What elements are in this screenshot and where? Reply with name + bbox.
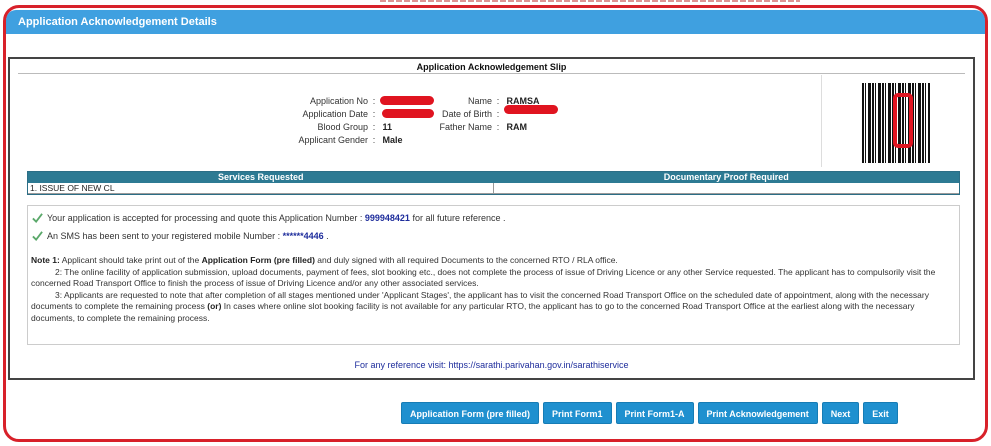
services-table: Services Requested Documentary Proof Req… [27,171,960,195]
name-label: Name [467,96,492,106]
documentary-proof-header: Documentary Proof Required [663,172,789,182]
reference-link[interactable]: For any reference visit: https://sarathi… [10,360,973,370]
service-cell: 1. ISSUE OF NEW CL [28,183,494,194]
checkmark-icon [32,213,43,223]
sms-message: An SMS has been sent to your registered … [32,230,329,241]
top-cut-strip [0,0,991,6]
print-form1a-button[interactable]: Print Form1-A [615,402,694,424]
note1-label: Note 1: [31,255,60,265]
panel-title: Application Acknowledgement Details [18,16,217,28]
messages-box: Your application is accepted for process… [27,205,960,345]
father-name-value: RAM [506,122,528,132]
print-acknowledgement-button[interactable]: Print Acknowledgement [697,402,818,424]
blood-group-row: Blood Group: 11 [298,122,392,132]
proof-cell [494,183,959,194]
father-name-row: Father Name: RAM [422,122,527,132]
application-number: 999948421 [364,213,410,223]
note-1: Note 1: Applicant should take print out … [31,255,956,267]
note1-bold: Application Form (pre filled) [201,255,315,265]
father-name-label: Father Name [439,122,492,132]
next-button[interactable]: Next [821,402,860,424]
slip-divider [18,73,965,74]
sms-prefix: An SMS has been sent to your registered … [47,231,283,241]
acknowledgement-slip: Application Acknowledgement Slip Applica… [8,57,975,380]
notes-block: Note 1: Applicant should take print out … [31,255,956,324]
dob-row: Date of Birth: [422,109,504,119]
mobile-number-masked: ******4446 [282,231,324,241]
dob-label: Date of Birth [441,109,492,119]
cropped-header-text [380,0,800,2]
applicant-gender-value: Male [382,135,403,145]
application-no-row: Application No: [298,96,380,106]
sms-suffix: . [323,231,329,241]
services-requested-header: Services Requested [217,172,304,182]
note-3: 3: Applicants are requested to note that… [31,290,956,325]
application-form-button[interactable]: Application Form (pre filled) [401,402,540,424]
note-2: 2: The online facility of application su… [31,266,936,289]
barcode-area [821,75,963,167]
redacted-dob [504,105,558,114]
panel-header: Application Acknowledgement Details [6,10,985,34]
note1-text-a: Applicant should take print out of the [59,255,202,265]
application-no-label: Application No [309,96,368,106]
application-date-row: Application Date: [298,109,380,119]
applicant-gender-row: Applicant Gender: Male [278,135,403,145]
action-button-bar: Application Form (pre filled) Print Form… [401,402,898,424]
blood-group-label: Blood Group [317,122,368,132]
services-table-header: Services Requested Documentary Proof Req… [28,172,959,183]
note3-bold: (or) [207,301,222,311]
accepted-message: Your application is accepted for process… [32,212,505,223]
accepted-prefix: Your application is accepted for process… [47,213,365,223]
table-row: 1. ISSUE OF NEW CL [28,183,959,194]
checkmark-icon [32,231,43,241]
barcode-red-mark [893,93,913,148]
exit-button[interactable]: Exit [863,402,898,424]
note1-text-b: and duly signed with all required Docume… [314,255,618,265]
print-form1-button[interactable]: Print Form1 [543,402,612,424]
blood-group-value: 11 [382,122,393,132]
accepted-suffix: for all future reference . [409,213,506,223]
applicant-gender-label: Applicant Gender [298,135,368,145]
slip-title: Application Acknowledgement Slip [416,62,567,72]
application-date-label: Application Date [302,109,368,119]
